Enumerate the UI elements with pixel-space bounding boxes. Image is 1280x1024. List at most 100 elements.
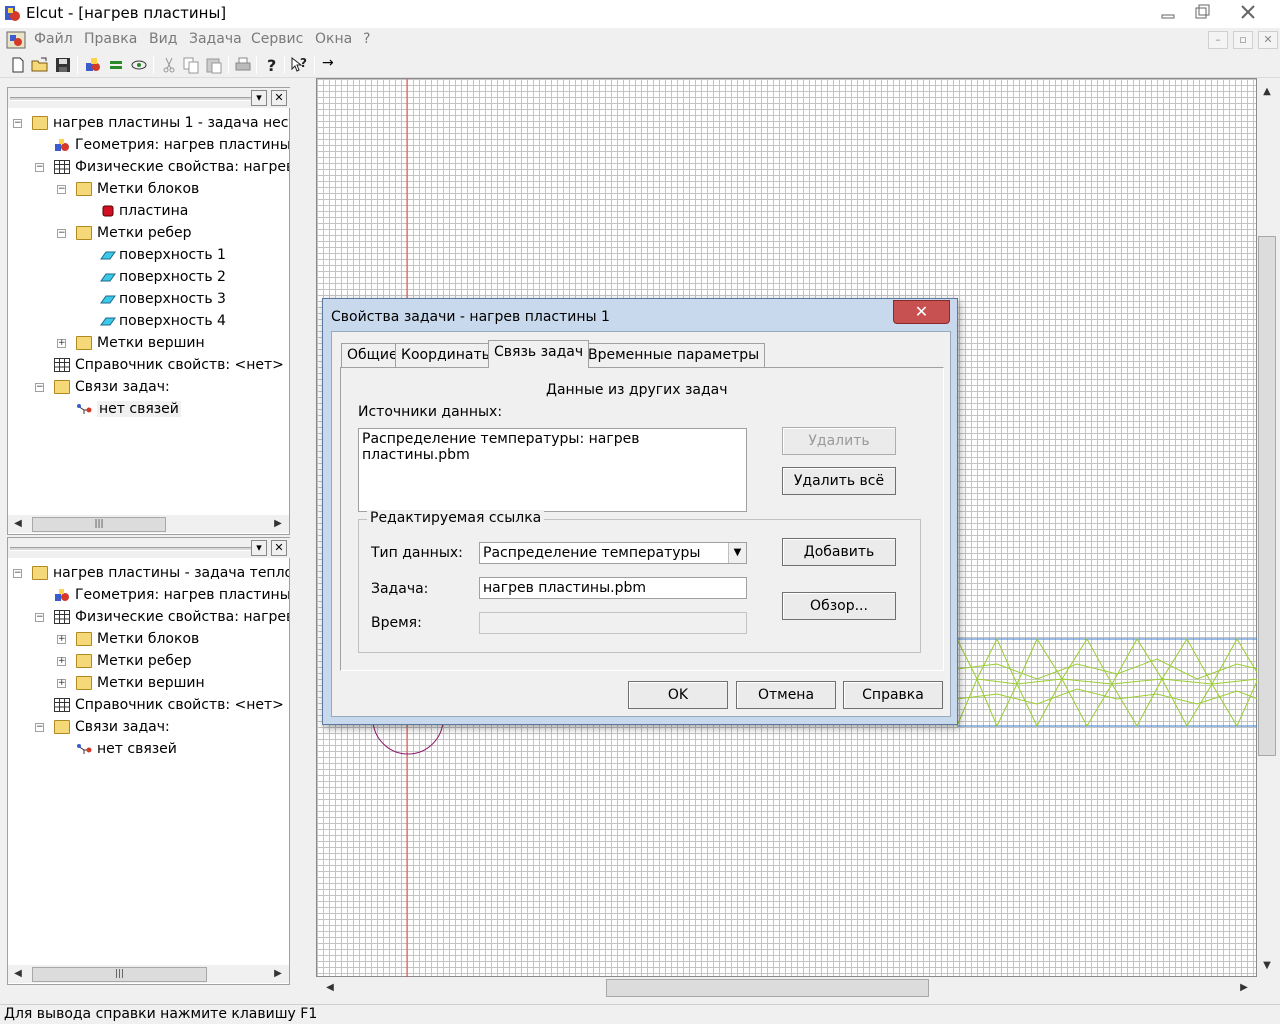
tree-label: Метки вершин: [97, 675, 205, 691]
chevron-down-icon[interactable]: ▼: [728, 543, 746, 563]
toolbar-separator: [228, 56, 229, 74]
data-type-label: Тип данных:: [371, 545, 463, 561]
time-input[interactable]: [479, 612, 747, 634]
collapse-icon[interactable]: −: [35, 723, 44, 732]
scroll-right-arrow-icon[interactable]: ▶: [270, 966, 286, 982]
panel-dropdown-button[interactable]: ▾: [251, 90, 267, 106]
collapse-icon[interactable]: −: [13, 119, 22, 128]
folder-icon: [76, 676, 92, 690]
horizontal-scrollbar-main[interactable]: ◀ ▶: [316, 977, 1257, 999]
tree-label: Связи задач:: [75, 719, 170, 735]
window-title: Elcut - [нагрев пластины]: [26, 4, 227, 22]
scroll-left-arrow-icon[interactable]: ◀: [10, 516, 26, 532]
copy-icon[interactable]: [181, 55, 201, 75]
tab-coordinates[interactable]: Координаты: [395, 343, 499, 367]
add-button[interactable]: Добавить: [782, 538, 896, 566]
expand-icon[interactable]: +: [57, 679, 66, 688]
print-icon[interactable]: [233, 55, 253, 75]
tab-task-links[interactable]: Связь задач: [488, 340, 590, 368]
equals-icon[interactable]: [106, 55, 126, 75]
scroll-thumb[interactable]: [1258, 236, 1276, 756]
menu-help[interactable]: ?: [363, 31, 370, 47]
scroll-right-arrow-icon[interactable]: ▶: [1236, 980, 1252, 996]
collapse-icon[interactable]: −: [57, 185, 66, 194]
problem-tree-panel-1: ▾ ✕ − нагрев пластины 1 - задача неста Г…: [7, 87, 291, 535]
vertical-scrollbar[interactable]: ▲ ▼: [1257, 78, 1277, 977]
table-icon: [54, 698, 70, 712]
scroll-right-arrow-icon[interactable]: ▶: [270, 516, 286, 532]
menu-service[interactable]: Сервис: [251, 31, 303, 47]
folder-open-icon: [32, 566, 48, 580]
collapse-icon[interactable]: −: [57, 229, 66, 238]
context-help-icon[interactable]: ?: [289, 55, 309, 75]
minimize-icon: [1161, 14, 1175, 19]
panel-close-button[interactable]: ✕: [271, 540, 287, 556]
scroll-left-arrow-icon[interactable]: ◀: [322, 980, 338, 996]
folder-icon: [76, 632, 92, 646]
edge-label-icon: [100, 317, 116, 326]
edge-label-icon: [100, 251, 116, 260]
scroll-thumb[interactable]: [606, 979, 929, 997]
close-icon: [1241, 5, 1255, 19]
mdi-minimize-button[interactable]: –: [1208, 31, 1228, 49]
list-item[interactable]: Распределение температуры: нагрев пласти…: [362, 431, 743, 463]
collapse-icon[interactable]: −: [35, 383, 44, 392]
panel-close-button[interactable]: ✕: [271, 90, 287, 106]
paste-icon[interactable]: [204, 55, 224, 75]
geometry-icon[interactable]: [83, 55, 103, 75]
tree-label: пластина: [119, 203, 189, 219]
scroll-down-arrow-icon[interactable]: ▼: [1259, 958, 1275, 974]
browse-button[interactable]: Обзор...: [782, 592, 896, 620]
mdi-restore-button[interactable]: ▫: [1233, 31, 1253, 49]
help-button[interactable]: Справка: [843, 681, 943, 709]
mdi-close-button[interactable]: ✕: [1258, 31, 1278, 49]
sources-list[interactable]: Распределение температуры: нагрев пласти…: [358, 428, 747, 512]
data-type-select[interactable]: Распределение температуры ▼: [479, 542, 747, 564]
help-icon[interactable]: ?: [261, 55, 281, 75]
panel-dropdown-button[interactable]: ▾: [251, 540, 267, 556]
expand-icon[interactable]: +: [57, 635, 66, 644]
scroll-up-arrow-icon[interactable]: ▲: [1259, 84, 1275, 100]
task-label: Задача:: [371, 581, 429, 597]
scroll-thumb[interactable]: |||: [32, 967, 207, 982]
delete-button[interactable]: Удалить: [782, 427, 896, 455]
save-icon[interactable]: [53, 55, 73, 75]
eye-icon[interactable]: [129, 55, 149, 75]
restore-button[interactable]: [1182, 0, 1222, 24]
dialog-close-button[interactable]: ✕: [893, 300, 950, 324]
tree-label: поверхность 4: [119, 313, 226, 329]
menu-task[interactable]: Задача: [189, 31, 242, 47]
close-window-button[interactable]: [1228, 0, 1268, 24]
cut-icon[interactable]: [159, 55, 179, 75]
folder-open-icon: [76, 182, 92, 196]
folder-open-icon: [76, 226, 92, 240]
panel-grip[interactable]: [10, 97, 252, 101]
dialog-title: Свойства задачи - нагрев пластины 1: [331, 309, 610, 325]
expand-icon[interactable]: +: [57, 339, 66, 348]
collapse-icon[interactable]: −: [35, 613, 44, 622]
toolbar-separator: [256, 56, 257, 74]
scroll-left-arrow-icon[interactable]: ◀: [10, 966, 26, 982]
open-folder-icon[interactable]: [30, 55, 50, 75]
restore-icon: [1195, 4, 1210, 19]
cancel-button[interactable]: Отмена: [736, 681, 836, 709]
collapse-icon[interactable]: −: [35, 163, 44, 172]
panel-header: ▾ ✕: [8, 538, 291, 558]
horizontal-scrollbar[interactable]: ◀ ||| ▶: [8, 965, 289, 983]
tree-label: нагрев пластины - задача теплог: [53, 565, 289, 581]
task-input[interactable]: нагрев пластины.pbm: [479, 577, 747, 599]
collapse-icon[interactable]: −: [13, 569, 22, 578]
expand-icon[interactable]: +: [57, 657, 66, 666]
menu-file[interactable]: Файл: [34, 31, 73, 47]
arrow-right-icon[interactable]: →: [322, 55, 342, 75]
horizontal-scrollbar[interactable]: ◀ ||| ▶: [8, 515, 289, 533]
scroll-thumb[interactable]: |||: [32, 517, 166, 532]
menu-edit[interactable]: Правка: [84, 31, 137, 47]
tab-time-parameters[interactable]: Временные параметры: [582, 343, 766, 367]
new-file-icon[interactable]: [8, 55, 28, 75]
menu-view[interactable]: Вид: [149, 31, 177, 47]
ok-button[interactable]: OK: [628, 681, 728, 709]
panel-grip[interactable]: [10, 547, 252, 551]
delete-all-button[interactable]: Удалить всё: [782, 467, 896, 495]
menu-windows[interactable]: Окна: [315, 31, 352, 47]
